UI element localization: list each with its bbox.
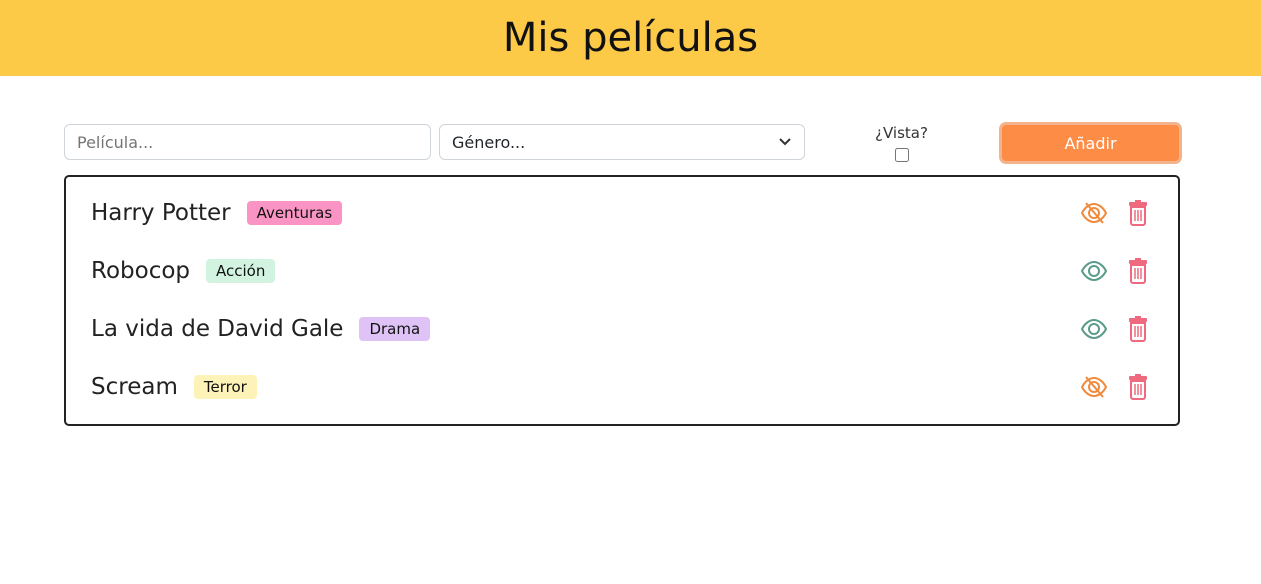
trash-icon[interactable]: [1123, 199, 1153, 227]
genre-badge: Acción: [206, 259, 276, 283]
trash-icon[interactable]: [1123, 373, 1153, 401]
movie-title: La vida de David Gale: [91, 316, 344, 342]
genre-select-value: Género...: [452, 132, 526, 152]
eye-off-icon[interactable]: [1079, 199, 1109, 227]
movie-title: Robocop: [91, 258, 191, 284]
header: Mis películas: [0, 0, 1261, 76]
eye-icon[interactable]: [1079, 315, 1109, 343]
movie-input[interactable]: [64, 124, 431, 160]
movie-list: Harry Potter Aventuras Robocop Acción La…: [64, 175, 1180, 426]
movie-title: Scream: [91, 374, 178, 400]
genre-select[interactable]: Género...: [439, 124, 805, 160]
eye-off-icon[interactable]: [1079, 373, 1109, 401]
page-title: Mis películas: [502, 15, 759, 61]
movie-row: Harry Potter Aventuras: [91, 193, 1153, 233]
movie-row: Robocop Acción: [91, 251, 1153, 291]
trash-icon[interactable]: [1123, 315, 1153, 343]
add-movie-form: Género... ¿Vista? Añadir: [64, 122, 1182, 166]
movie-title: Harry Potter: [91, 200, 231, 226]
movie-row: Scream Terror: [91, 367, 1153, 407]
chevron-down-icon: [779, 138, 791, 146]
seen-field: ¿Vista?: [864, 124, 939, 166]
genre-badge: Aventuras: [246, 201, 343, 225]
seen-label: ¿Vista?: [875, 124, 928, 142]
add-button[interactable]: Añadir: [999, 122, 1182, 164]
seen-checkbox[interactable]: [894, 148, 909, 162]
movie-row: La vida de David Gale Drama: [91, 309, 1153, 349]
trash-icon[interactable]: [1123, 257, 1153, 285]
genre-badge: Terror: [193, 375, 257, 399]
genre-badge: Drama: [359, 317, 431, 341]
eye-icon[interactable]: [1079, 257, 1109, 285]
